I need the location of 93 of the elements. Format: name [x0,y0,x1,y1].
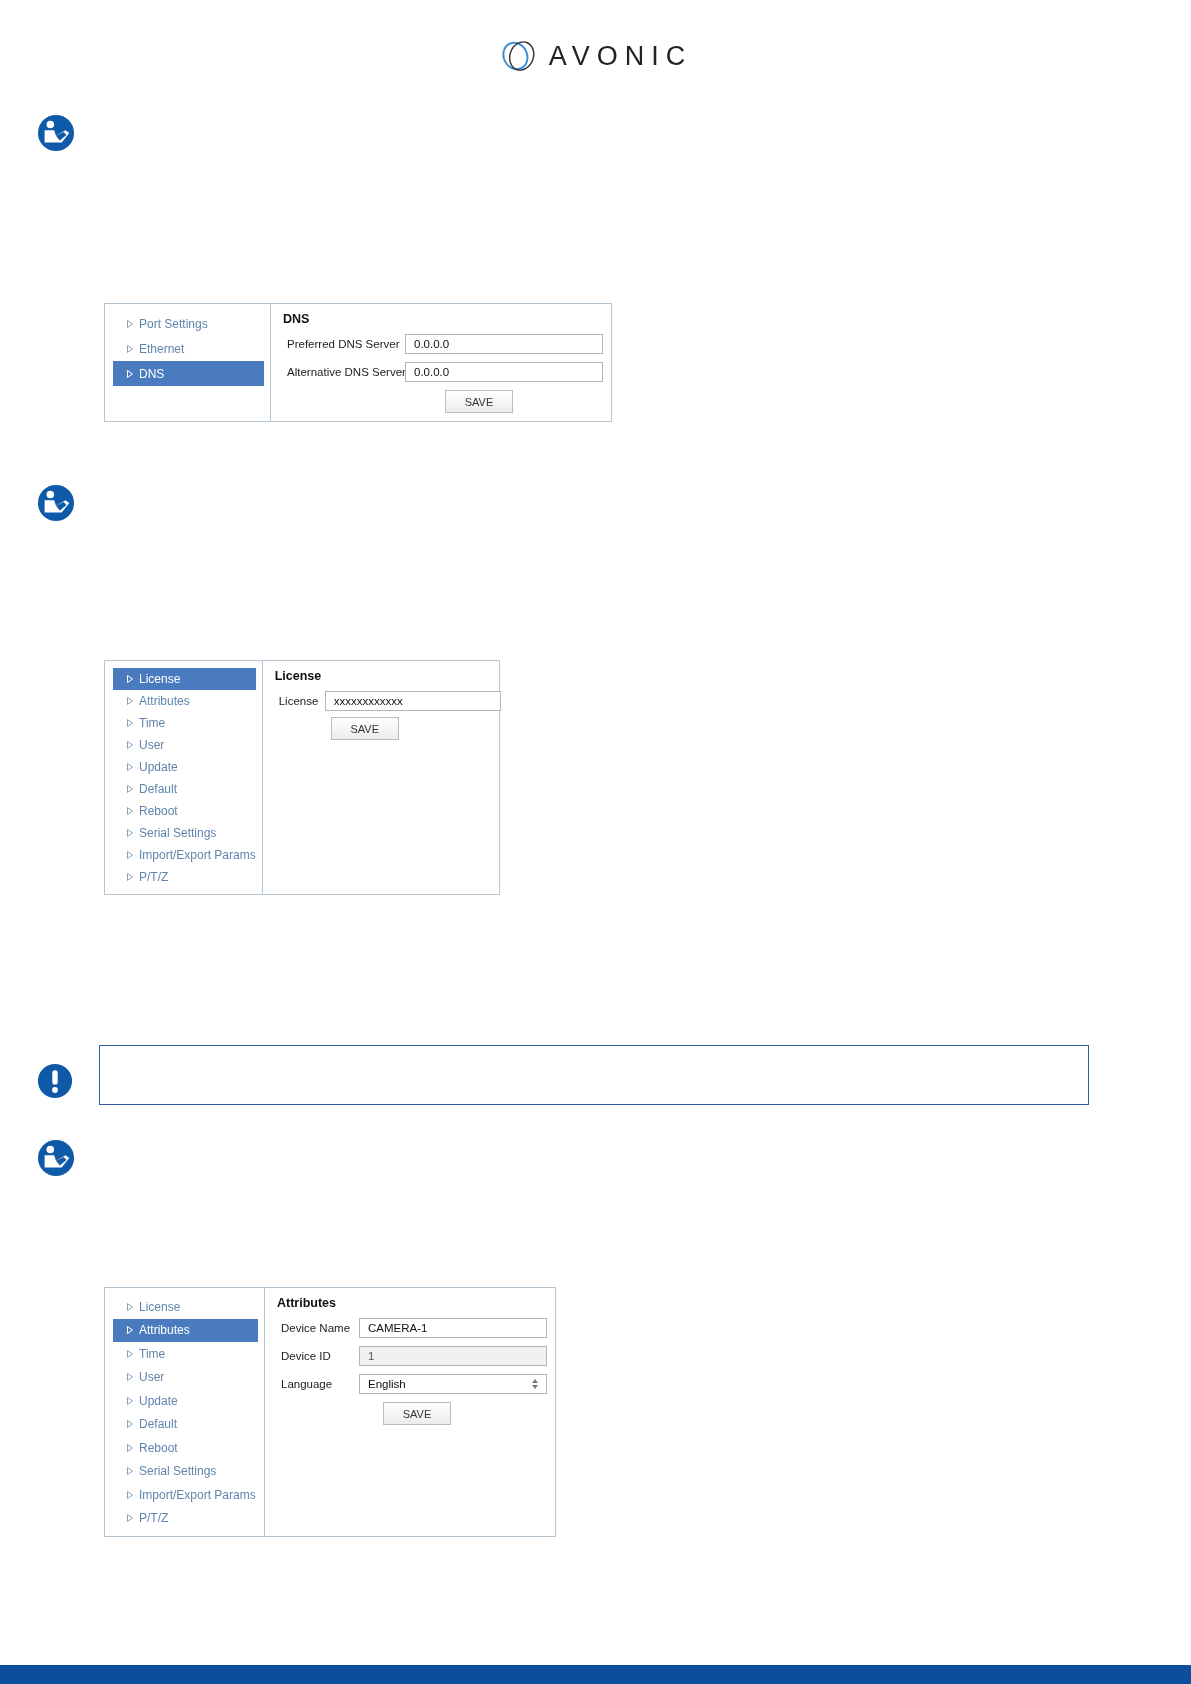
sidebar-label: Attributes [139,694,190,708]
sidebar-item[interactable]: Port Settings [113,311,264,336]
sidebar-item[interactable]: Reboot [113,800,256,822]
save-button[interactable]: SAVE [383,1402,451,1425]
sidebar-item[interactable]: Default [113,1412,258,1436]
sidebar-item[interactable]: Update [113,1389,258,1413]
field-label: Alternative DNS Server [287,366,405,378]
triangle-icon [127,829,133,837]
sidebar-item[interactable]: Import/Export Params [113,844,256,866]
sidebar-item[interactable]: Attributes [113,690,256,712]
sidebar-label: Serial Settings [139,826,217,840]
triangle-icon [127,344,133,353]
triangle-icon [127,763,133,771]
field-label: Preferred DNS Server [287,338,401,350]
input-field[interactable]: CAMERA-1 [359,1318,547,1338]
sidebar-label: P/T/Z [139,1511,169,1526]
exclamation-icon [37,1063,73,1099]
sidebar-label: License [139,1299,181,1314]
sidebar-label: Attributes [139,1323,190,1338]
triangle-icon [127,1420,133,1429]
triangle-icon [127,1396,133,1405]
sidebar-label: Update [139,760,178,774]
triangle-icon [127,741,133,749]
triangle-icon [127,675,133,683]
triangle-icon [127,1326,133,1335]
sidebar-label: User [139,738,165,752]
sidebar-item[interactable]: Update [113,756,256,778]
sidebar-item[interactable]: License [113,668,256,690]
field-label: Device ID [281,1350,332,1362]
save-button[interactable]: SAVE [445,390,513,413]
sidebar-label: Ethernet [139,341,185,356]
sidebar-item[interactable]: Default [113,778,256,800]
sidebar-item[interactable]: P/T/Z [113,866,256,888]
section-title: License [274,669,323,683]
sidebar-label: User [139,1370,165,1385]
triangle-icon [127,1349,133,1358]
triangle-icon [127,1302,133,1311]
sidebar-item[interactable]: Reboot [113,1436,258,1460]
triangle-icon [127,1373,133,1382]
input-field[interactable]: 0.0.0.0 [405,362,603,382]
language-select[interactable]: English [359,1374,547,1394]
sidebar-item[interactable]: DNS [113,361,264,386]
triangle-icon [127,319,133,328]
brand-name: AVONIC [548,40,693,72]
triangle-icon [127,1490,133,1499]
section-title: DNS [283,312,311,326]
sidebar-item[interactable]: Import/Export Params [113,1483,258,1507]
triangle-icon [127,697,133,705]
field-label: License [278,695,320,707]
sidebar-label: License [139,672,181,686]
sidebar-item[interactable]: License [113,1295,258,1319]
sidebar-label: Update [139,1393,178,1408]
reading-person-icon [37,484,75,522]
sidebar-label: Port Settings [139,316,208,331]
triangle-icon [127,851,133,859]
sidebar-item[interactable]: User [113,734,256,756]
sidebar-item[interactable]: Serial Settings [113,1459,258,1483]
field-label: Language [281,1378,334,1390]
sidebar-label: Reboot [139,1440,178,1455]
sidebar-label: P/T/Z [139,870,169,884]
sidebar-label: Time [139,1346,166,1361]
sidebar-item[interactable]: P/T/Z [113,1506,258,1530]
triangle-icon [127,807,133,815]
sidebar-item[interactable]: Time [113,712,256,734]
field-label: Device Name [281,1322,352,1334]
up-down-arrows-icon [532,1379,538,1389]
triangle-icon [127,1467,133,1476]
sidebar-label: Default [139,782,178,796]
save-button[interactable]: SAVE [330,717,399,740]
triangle-icon [127,719,133,727]
input-field[interactable]: 1 [359,1346,547,1366]
input-field[interactable]: xxxxxxxxxxxx [324,691,501,711]
sidebar-label: Reboot [139,804,178,818]
sidebar-label: Serial Settings [139,1464,217,1479]
section-title: Attributes [277,1296,338,1310]
triangle-icon [127,873,133,881]
reading-person-icon [37,1139,75,1177]
triangle-icon [127,369,133,378]
sidebar-item[interactable]: Serial Settings [113,822,256,844]
sidebar-item[interactable]: User [113,1365,258,1389]
sidebar-item[interactable]: Time [113,1342,258,1366]
triangle-icon [127,1443,133,1452]
sidebar-label: Time [139,716,166,730]
sidebar-label: DNS [139,366,165,381]
sidebar-label: Import/Export Params [139,848,256,862]
triangle-icon [127,1514,133,1523]
input-field[interactable]: 0.0.0.0 [405,334,603,354]
sidebar-label: Default [139,1417,178,1432]
triangle-icon [127,785,133,793]
reading-person-icon [37,114,75,152]
sidebar-label: Import/Export Params [139,1487,256,1502]
sidebar-item[interactable]: Attributes [113,1318,258,1342]
sidebar-item[interactable]: Ethernet [113,336,264,361]
